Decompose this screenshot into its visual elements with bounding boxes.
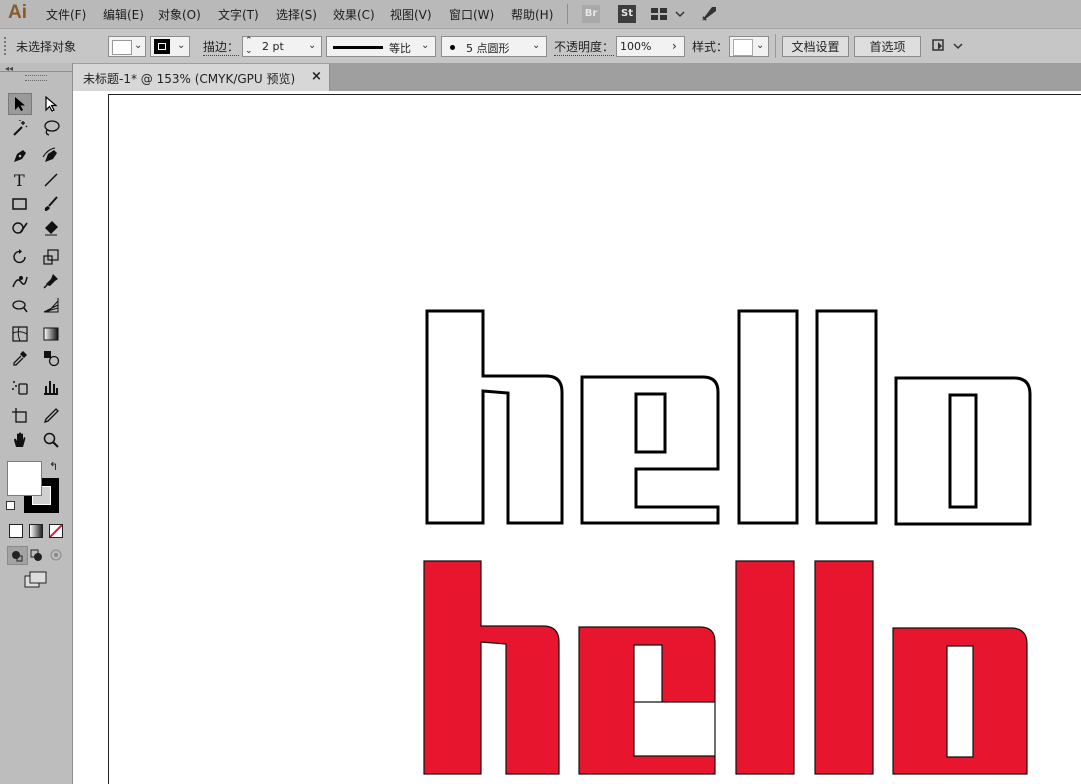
outline-letter-o bbox=[894, 376, 1032, 526]
outline-letter-l1 bbox=[737, 309, 799, 525]
outline-letter-l2 bbox=[815, 309, 878, 525]
artwork[interactable]: hello bbox=[0, 0, 1081, 784]
filled-letter-e bbox=[578, 626, 716, 775]
outline-letter-h bbox=[425, 309, 564, 525]
outline-letter-e bbox=[580, 375, 720, 525]
filled-hello-text[interactable] bbox=[423, 560, 1028, 775]
filled-letter-h bbox=[423, 560, 560, 775]
outlined-hello-text[interactable] bbox=[425, 309, 1032, 526]
filled-letter-l2 bbox=[814, 560, 874, 775]
filled-letter-o bbox=[892, 627, 1028, 775]
filled-letter-l1 bbox=[735, 560, 795, 775]
